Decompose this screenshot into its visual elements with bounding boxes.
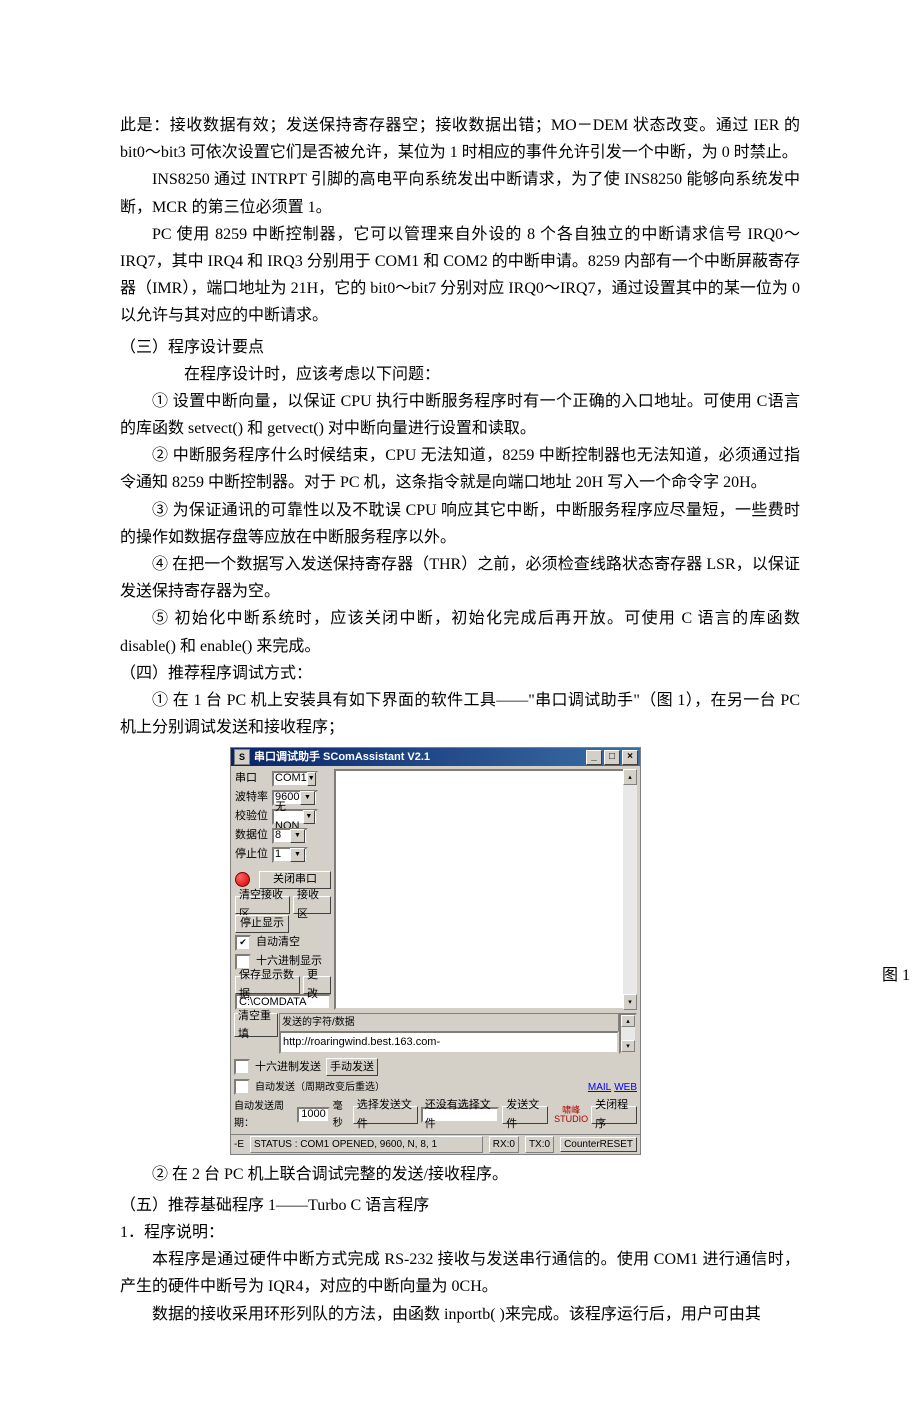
list-item: ① 设置中断向量，以保证 CPU 执行中断服务程序时有一个正确的入口地址。可使用… bbox=[120, 388, 800, 442]
close-program-button[interactable]: 关闭程序 bbox=[591, 1106, 637, 1124]
auto-clear-checkbox[interactable]: ✔ bbox=[235, 935, 251, 951]
studio-logo: 啸峰STUDIO bbox=[554, 1106, 588, 1124]
databits-select[interactable]: 8▼ bbox=[272, 828, 308, 844]
document-page: 此是：接收数据有效；发送保持寄存器空；接收数据出错；MO－DEM 状态改变。通过… bbox=[0, 0, 920, 1408]
paragraph: 此是：接收数据有效；发送保持寄存器空；接收数据出错；MO－DEM 状态改变。通过… bbox=[120, 112, 800, 166]
chevron-down-icon[interactable]: ▼ bbox=[290, 848, 305, 862]
figure-1: 图 1 S 串口调试助手 SComAssistant V2.1 _ □ × 串口… bbox=[230, 747, 800, 1154]
chevron-down-icon[interactable]: ▼ bbox=[303, 810, 315, 824]
list-item: ③ 为保证通讯的可靠性以及不耽误 CPU 响应其它中断，中断服务程序应尽量短，一… bbox=[120, 497, 800, 551]
list-item: ④ 在把一个数据写入发送保持寄存器（THR）之前，必须检查线路状态寄存器 LSR… bbox=[120, 551, 800, 605]
manual-send-button[interactable]: 手动发送 bbox=[326, 1058, 378, 1076]
hex-send-checkbox[interactable] bbox=[234, 1059, 250, 1075]
list-item: ① 在 1 台 PC 机上安装具有如下界面的软件工具——"串口调试助手"（图 1… bbox=[120, 687, 800, 741]
tx-counter: TX:0 bbox=[525, 1136, 554, 1153]
save-display-button[interactable]: 保存显示数据 bbox=[235, 976, 300, 994]
auto-send-label: 自动发送（周期改变后重选） bbox=[255, 1079, 385, 1096]
titlebar[interactable]: S 串口调试助手 SComAssistant V2.1 _ □ × bbox=[231, 748, 640, 766]
hex-send-label: 十六进制发送 bbox=[255, 1058, 321, 1077]
send-hint-label: 发送的字符/数据 bbox=[279, 1013, 619, 1031]
port-label: 串口 bbox=[235, 769, 269, 788]
app-icon: S bbox=[234, 749, 250, 765]
list-item: ② 中断服务程序什么时候结束，CPU 无法知道，8259 中断控制器也无法知道，… bbox=[120, 442, 800, 496]
file-path-field: 还没有选择文件 bbox=[421, 1107, 500, 1123]
port-status-indicator bbox=[235, 872, 250, 887]
scroll-down-icon[interactable]: ▾ bbox=[623, 994, 637, 1010]
auto-period-label: 自动发送周期： bbox=[234, 1098, 294, 1132]
paragraph: 在程序设计时，应该考虑以下问题： bbox=[120, 361, 800, 388]
list-item: ② 在 2 台 PC 机上联合调试完整的发送/接收程序。 bbox=[120, 1161, 800, 1188]
clear-send-button[interactable]: 清空重填 bbox=[234, 1013, 278, 1037]
chevron-down-icon[interactable]: ▼ bbox=[307, 772, 316, 786]
port-select[interactable]: COM1▼ bbox=[272, 771, 318, 787]
auto-period-input[interactable]: 1000 bbox=[297, 1107, 329, 1123]
send-file-button[interactable]: 发送文件 bbox=[502, 1106, 548, 1124]
auto-clear-label: 自动清空 bbox=[256, 933, 300, 952]
figure-label: 图 1 bbox=[882, 962, 910, 989]
paragraph: 1．程序说明： bbox=[120, 1219, 800, 1246]
parity-label: 校验位 bbox=[235, 807, 269, 826]
send-input[interactable]: http://roaringwind.best.163.com- bbox=[279, 1031, 619, 1054]
receive-textarea[interactable] bbox=[334, 769, 637, 1010]
chevron-down-icon[interactable]: ▼ bbox=[290, 829, 305, 843]
ms-label: 毫秒 bbox=[333, 1098, 350, 1132]
mail-link[interactable]: MAIL bbox=[588, 1079, 611, 1096]
auto-send-checkbox[interactable] bbox=[234, 1079, 250, 1095]
stopbits-select[interactable]: 1▼ bbox=[272, 847, 308, 863]
counter-reset-button[interactable]: CounterRESET bbox=[560, 1137, 637, 1152]
scrollbar[interactable]: ▴ ▾ bbox=[623, 769, 637, 1010]
paragraph: 数据的接收采用环形列队的方法，由函数 inportb( )来完成。该程序运行后，… bbox=[120, 1301, 800, 1328]
rx-counter: RX:0 bbox=[489, 1136, 519, 1153]
status-icon: -E bbox=[234, 1136, 244, 1153]
status-bar: -E STATUS : COM1 OPENED, 9600, N, 8, 1 R… bbox=[231, 1134, 640, 1154]
maximize-button[interactable]: □ bbox=[604, 750, 620, 765]
section-heading-3: （三）程序设计要点 bbox=[120, 334, 800, 361]
close-window-button[interactable]: × bbox=[622, 750, 638, 765]
clear-recv-button[interactable]: 清空接收区 bbox=[235, 896, 290, 914]
serial-assistant-window: S 串口调试助手 SComAssistant V2.1 _ □ × 串口 COM… bbox=[230, 747, 641, 1154]
minimize-button[interactable]: _ bbox=[586, 750, 602, 765]
scroll-down-icon[interactable]: ▾ bbox=[621, 1040, 635, 1052]
paragraph: PC 使用 8259 中断控制器，它可以管理来自外设的 8 个各自独立的中断请求… bbox=[120, 221, 800, 330]
scroll-up-icon[interactable]: ▴ bbox=[621, 1015, 635, 1027]
stopbits-label: 停止位 bbox=[235, 845, 269, 864]
paragraph: INS8250 通过 INTRPT 引脚的高电平向系统发出中断请求，为了使 IN… bbox=[120, 166, 800, 220]
baud-label: 波特率 bbox=[235, 788, 269, 807]
web-link[interactable]: WEB bbox=[614, 1079, 637, 1096]
window-title: 串口调试助手 SComAssistant V2.1 bbox=[254, 748, 430, 767]
stop-display-button[interactable]: 停止显示 bbox=[235, 915, 289, 933]
recv-area-button[interactable]: 接收区 bbox=[293, 896, 331, 914]
section-heading-4: （四）推荐程序调试方式： bbox=[120, 660, 800, 687]
choose-file-button[interactable]: 选择发送文件 bbox=[353, 1106, 418, 1124]
status-text: STATUS : COM1 OPENED, 9600, N, 8, 1 bbox=[250, 1136, 483, 1153]
change-path-button[interactable]: 更改 bbox=[303, 976, 331, 994]
section-heading-5: （五）推荐基础程序 1——Turbo C 语言程序 bbox=[120, 1192, 800, 1219]
databits-label: 数据位 bbox=[235, 826, 269, 845]
paragraph: 本程序是通过硬件中断方式完成 RS-232 接收与发送串行通信的。使用 COM1… bbox=[120, 1246, 800, 1300]
scroll-up-icon[interactable]: ▴ bbox=[623, 769, 637, 785]
settings-panel: 串口 COM1▼ 波特率 9600▼ 校验位 无NON▼ 数据位 8▼ bbox=[231, 766, 334, 1013]
parity-select[interactable]: 无NON▼ bbox=[272, 809, 318, 825]
list-item: ⑤ 初始化中断系统时，应该关闭中断，初始化完成后再开放。可使用 C 语言的库函数… bbox=[120, 605, 800, 659]
